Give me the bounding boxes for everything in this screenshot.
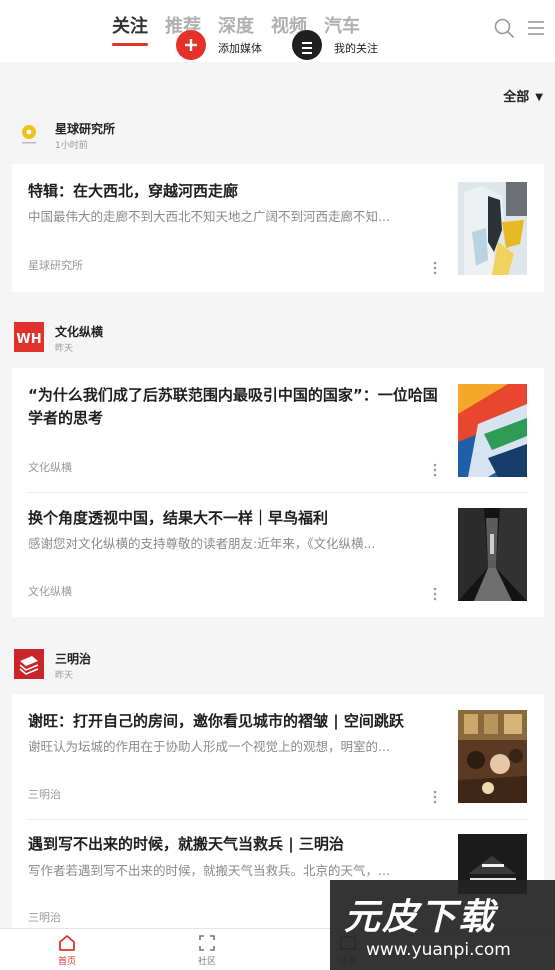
tab-following[interactable]: 关注 — [112, 14, 148, 46]
plus-icon — [176, 30, 206, 60]
top-bar: 关注 推荐 深度 视频 汽车 添加媒体 我的关注 — [0, 0, 555, 62]
article-thumbnail — [458, 182, 527, 275]
source-time: 1小时前 — [55, 141, 88, 151]
article-desc: 写作者若遇到写不出来的时候，就搬天气当救兵。北京的天气，... — [28, 863, 390, 878]
source-logo — [14, 119, 44, 149]
article-source: 三明治 — [28, 911, 61, 924]
filter-label: 全部 — [503, 90, 530, 105]
article-source: 三明治 — [28, 788, 61, 801]
home-icon — [59, 935, 75, 951]
nav-home[interactable]: 首页 — [37, 933, 97, 967]
article-item[interactable]: “为什么我们成了后苏联范围内最吸引中国的国家”：一位哈国学者的思考 文化纵横 — [12, 368, 544, 491]
watermark: 元皮下载 www.yuanpi.com — [330, 880, 555, 970]
article-card: “为什么我们成了后苏联范围内最吸引中国的国家”：一位哈国学者的思考 文化纵横 换… — [12, 368, 544, 617]
article-desc: 中国最伟大的走廊不到大西北不知天地之广阔不到河西走廊不知... — [28, 209, 390, 224]
article-card: 特辑：在大西北，穿越河西走廊 中国最伟大的走廊不到大西北不知天地之广阔不到河西走… — [12, 164, 544, 292]
article-desc: 感谢您对文化纵横的支持尊敬的读者朋友:近年来，《文化纵横... — [28, 536, 376, 551]
article-thumbnail — [458, 384, 527, 477]
article-source: 星球研究所 — [28, 259, 83, 272]
article-desc: 谢旺认为坛城的作用在于协助人形成一个视觉上的观想，明室的... — [28, 739, 390, 754]
source-name: 三明治 — [55, 652, 92, 666]
article-source: 文化纵横 — [28, 461, 72, 474]
article-item[interactable]: 特辑：在大西北，穿越河西走廊 中国最伟大的走廊不到大西北不知天地之广阔不到河西走… — [12, 164, 544, 292]
source-name: 文化纵横 — [55, 325, 104, 339]
source-logo — [14, 649, 44, 679]
source-time: 昨天 — [55, 671, 74, 681]
article-title: “为什么我们成了后苏联范围内最吸引中国的国家”：一位哈国学者的思考 — [28, 386, 438, 427]
article-item[interactable]: 谢旺：打开自己的房间，邀你看见城市的褶皱 | 空间跳跃 谢旺认为坛城的作用在于协… — [12, 694, 544, 817]
article-title: 特辑：在大西北，穿越河西走廊 — [28, 182, 239, 200]
more-icon[interactable] — [431, 260, 439, 276]
source-name: 星球研究所 — [55, 122, 116, 136]
watermark-brand: 元皮下载 — [344, 897, 497, 938]
article-thumbnail — [458, 710, 527, 803]
source-logo: WH — [14, 322, 44, 352]
more-icon[interactable] — [431, 462, 439, 478]
community-icon — [199, 935, 215, 951]
nav-community-label: 社区 — [197, 957, 216, 967]
filter-dropdown[interactable]: 全部 ▼ — [503, 86, 543, 105]
article-title: 谢旺：打开自己的房间，邀你看见城市的褶皱 | 空间跳跃 — [28, 712, 404, 730]
logo-text: WH — [16, 332, 41, 347]
my-following-button[interactable]: 我的关注 — [292, 30, 402, 62]
nav-community[interactable]: 社区 — [177, 933, 237, 967]
add-media-label: 添加媒体 — [218, 42, 262, 55]
article-item[interactable]: 换个角度透视中国，结果大不一样｜早鸟福利 感谢您对文化纵横的支持尊敬的读者朋友:… — [12, 493, 544, 617]
nav-home-label: 首页 — [57, 957, 76, 967]
article-title: 遇到写不出来的时候，就搬天气当救兵 | 三明治 — [28, 835, 344, 853]
menu-icon[interactable] — [525, 17, 547, 39]
caret-down-icon: ▼ — [535, 92, 543, 103]
article-title: 换个角度透视中国，结果大不一样｜早鸟福利 — [28, 509, 329, 527]
article-source: 文化纵横 — [28, 585, 72, 598]
my-following-label: 我的关注 — [334, 42, 378, 55]
more-icon[interactable] — [431, 586, 439, 602]
add-media-button[interactable]: 添加媒体 — [176, 30, 286, 62]
search-icon[interactable] — [493, 17, 515, 39]
list-icon — [292, 30, 322, 60]
more-icon[interactable] — [431, 789, 439, 805]
watermark-url: www.yuanpi.com — [366, 940, 511, 960]
article-thumbnail — [458, 508, 527, 601]
source-time: 昨天 — [55, 344, 74, 354]
